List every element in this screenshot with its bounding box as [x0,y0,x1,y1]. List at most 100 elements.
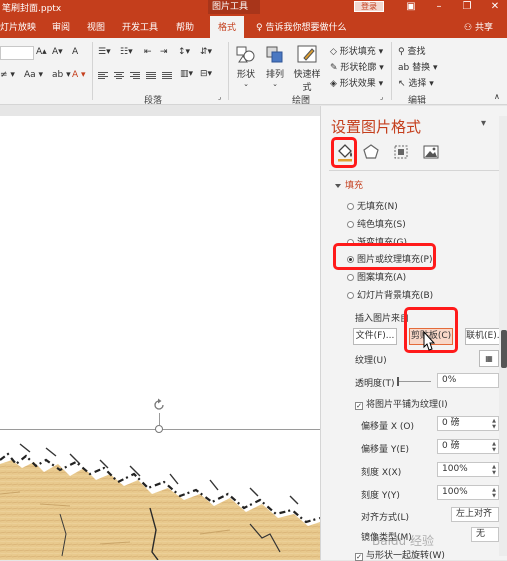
mouse-cursor-icon [423,330,436,351]
radio-slide-background-fill[interactable]: 幻灯片背景填充(B) [347,288,433,301]
decrease-font-icon[interactable]: A▾ [52,47,63,57]
texture-label: 纹理(U) [355,356,387,366]
text-direction-icon[interactable]: ⇵▾ [200,47,212,57]
shape-fill-button[interactable]: ◇ 形状填充 ▾ [330,44,383,57]
align-right-icon[interactable] [130,72,140,81]
tab-review[interactable]: 审阅 [52,20,70,33]
paragraph-launcher-icon[interactable]: ⌟ [218,93,221,101]
size-properties-icon[interactable] [391,142,411,162]
pen-icon: ✎ [330,63,338,73]
radio-solid-fill[interactable]: 纯色填充(S) [347,217,406,230]
quick-styles-label: 快速样式 [293,70,321,93]
pane-options-icon[interactable]: ▾ [481,118,486,129]
paint-bucket-icon: ◇ [330,47,337,57]
restore-icon[interactable]: ❐ [460,0,474,14]
find-label: 查找 [407,47,426,57]
fill-section-header[interactable]: 填充 [335,178,363,191]
shape-effects-button[interactable]: ◈ 形状效果 ▾ [330,76,383,89]
arrange-button[interactable]: 排列 ⌄ [258,44,292,88]
texture-picker[interactable]: ▦ [479,350,499,367]
scale-x-input[interactable]: 100% ▲ ▼ [437,462,499,477]
numbering-icon[interactable]: ☷▾ [120,47,133,57]
pane-divider [329,170,504,171]
radio-circle [347,292,354,299]
clear-format-icon[interactable]: A [72,47,78,57]
columns-icon[interactable]: ▥▾ [180,69,193,79]
spinner-icon[interactable]: ▲ ▼ [491,487,497,499]
offset-y-input[interactable]: 0 磅 ▲ ▼ [437,439,499,454]
rotate-handle-icon[interactable] [152,398,166,412]
checkbox-checked-icon: ✓ [355,402,363,410]
tab-developer[interactable]: 开发工具 [122,20,158,33]
offset-x-input[interactable]: 0 磅 ▲ ▼ [437,416,499,431]
tab-help[interactable]: 帮助 [176,20,194,33]
picture-tools-context-label: 图片工具 [208,0,260,14]
radio-label: 图案填充(A) [357,273,407,283]
close-icon[interactable]: ✕ [488,0,502,14]
line-spacing-icon[interactable]: ↕▾ [178,47,190,57]
increase-font-icon[interactable]: A▴ [36,47,47,57]
rotate-with-shape-checkbox[interactable]: ✓ 与形状一起旋转(W) [355,548,445,561]
shape-outline-button[interactable]: ✎ 形状轮廓 ▾ [330,60,384,73]
mirror-type-dropdown[interactable]: 无 [471,527,499,542]
replace-button[interactable]: ab 替换 ▾ [398,60,438,73]
radio-no-fill[interactable]: 无填充(N) [347,199,398,212]
align-text-icon[interactable]: ⊟▾ [200,69,212,79]
resize-handle[interactable] [155,425,163,433]
brush-texture-image[interactable] [0,434,320,560]
tab-format[interactable]: 格式 [210,16,245,38]
fill-section-label: 填充 [345,181,364,191]
cursor-icon: ↖ [398,79,406,89]
radio-pattern-fill[interactable]: 图案填充(A) [347,270,406,283]
scale-y-value: 100% [442,487,468,497]
share-button[interactable]: ⚇ 共享 [464,20,493,33]
font-size-dropdown[interactable] [0,46,34,60]
transparency-slider-thumb[interactable] [397,377,399,386]
tell-me-search[interactable]: ♀ 告诉我你想要做什么 [256,20,346,33]
spinner-icon[interactable]: ▲ ▼ [491,441,497,453]
insert-picture-from-label: 插入图片来自 [355,314,410,324]
align-center-icon[interactable] [114,72,124,81]
distribute-icon[interactable] [162,72,172,81]
effects-pentagon-icon[interactable] [361,142,381,162]
decrease-indent-icon[interactable]: ⇤ [144,47,152,57]
transparency-label: 透明度(T) [355,379,395,389]
group-separator [92,42,93,100]
radio-label: 幻灯片背景填充(B) [357,291,434,301]
change-case-icon[interactable]: Aa ▾ [24,70,43,80]
picture-icon[interactable] [421,142,441,162]
spinner-icon[interactable]: ▲ ▼ [491,464,497,476]
font-color-icon[interactable]: A ▾ [72,70,86,80]
online-button[interactable]: 联机(E)... [465,328,505,345]
login-button[interactable]: 登录 [354,1,384,12]
arrange-icon [266,46,283,63]
alignment-dropdown[interactable]: 左上对齐 [451,507,499,522]
file-button[interactable]: 文件(F)... [353,328,397,345]
baidu-watermark: Baidu 经验 [372,534,434,548]
tile-as-texture-checkbox[interactable]: ✓ 将图片平铺为纹理(I) [355,397,448,410]
share-label: 共享 [474,23,493,33]
bullets-icon[interactable]: ☰▾ [98,47,111,57]
ribbon-display-icon[interactable]: ▣ [404,0,418,14]
minimize-icon[interactable]: – [432,0,446,14]
tab-slideshow[interactable]: 灯片放映 [0,20,36,33]
slide-canvas[interactable] [0,116,320,560]
highlight-color-icon[interactable]: ab ▾ [52,70,71,80]
scale-y-input[interactable]: 100% ▲ ▼ [437,485,499,500]
tab-view[interactable]: 视图 [87,20,105,33]
drawing-launcher-icon[interactable]: ⌟ [380,93,383,101]
char-spacing-icon[interactable]: ≠ ▾ [0,70,15,80]
transparency-slider[interactable] [397,381,431,382]
increase-indent-icon[interactable]: ⇥ [160,47,168,57]
find-button[interactable]: ⚲ 查找 [398,44,425,57]
pane-scrollbar-thumb[interactable] [501,330,507,368]
select-button[interactable]: ↖ 选择 ▾ [398,76,434,89]
radio-circle [347,221,354,228]
slide-editing-area [0,106,320,560]
align-left-icon[interactable] [98,72,108,81]
transparency-input[interactable]: 0% [437,373,499,388]
spinner-icon[interactable]: ▲ ▼ [491,418,497,430]
effects-icon: ◈ [330,79,337,89]
collapse-ribbon-icon[interactable]: ∧ [494,92,500,101]
justify-icon[interactable] [146,72,156,81]
